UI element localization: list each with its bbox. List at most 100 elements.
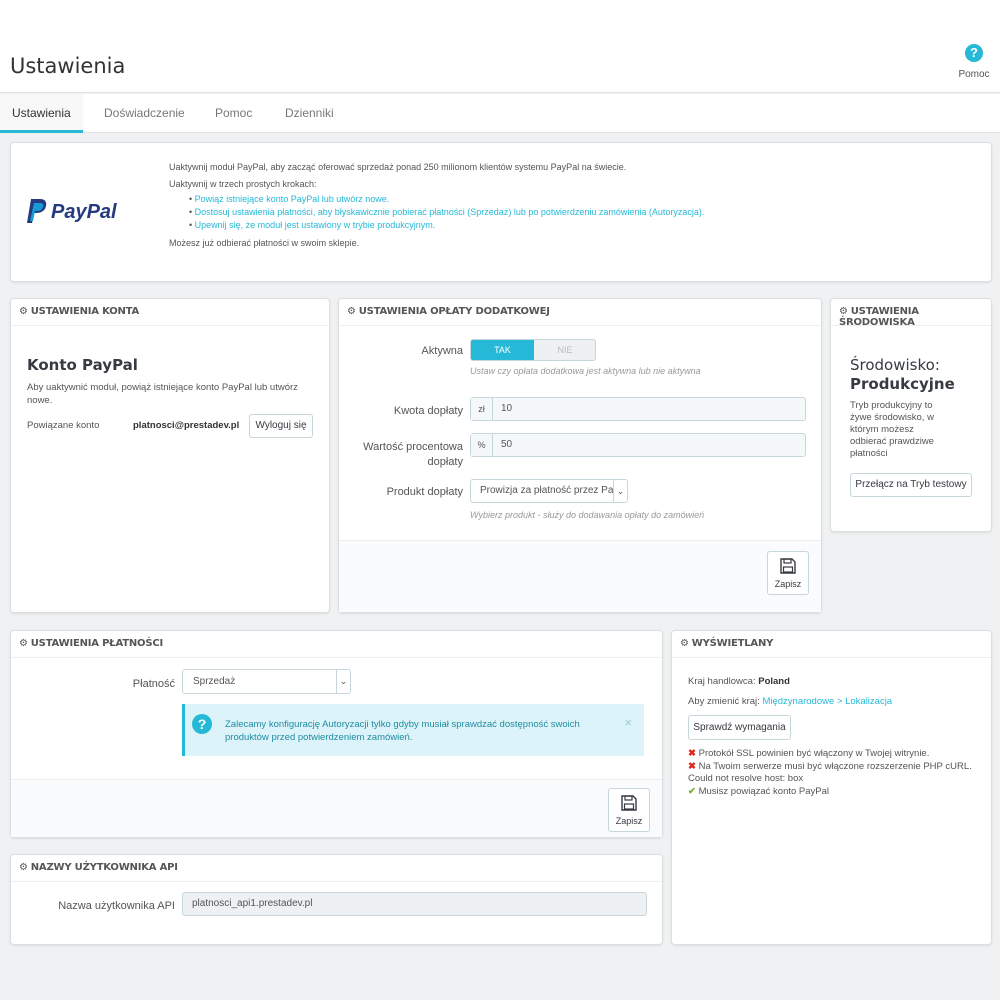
merchant-country-value: Poland	[758, 676, 790, 687]
panel-heading: ⚙ WYŚWIETLANY	[672, 631, 991, 658]
paypal-logo: PayPal	[27, 199, 137, 227]
cogs-icon: ⚙	[19, 862, 28, 873]
intro-step[interactable]: • Upewnij się, że moduł jest ustawiony w…	[189, 219, 704, 232]
environment-description-line: żywe środowisko, w	[850, 412, 934, 423]
logout-button[interactable]: Wyloguj się	[249, 414, 313, 438]
requirement-item: ✔ Musisz powiązać konto PayPal	[688, 786, 972, 799]
error-cross-icon: ✖	[688, 748, 696, 759]
question-circle-icon: ?	[965, 44, 983, 62]
close-icon[interactable]: ×	[624, 715, 632, 730]
active-help-text: Ustaw czy opłata dodatkowa jest aktywna …	[470, 366, 701, 376]
panel-heading-text: USTAWIENIA PŁATNOŚCI	[30, 638, 163, 649]
info-alert-line: Zalecamy konfigurację Autoryzacji tylko …	[225, 719, 580, 730]
intro-step-link[interactable]: Powiąż istniejące konto PayPal lub utwór…	[195, 194, 390, 204]
page-title: Ustawienia	[10, 54, 126, 78]
intro-line-2: Uaktywnij w trzech prostych krokach:	[169, 179, 317, 189]
intro-panel: PayPal Uaktywnij moduł PayPal, aby zaczą…	[10, 142, 992, 282]
save-label: Zapisz	[774, 579, 802, 589]
environment-panel: ⚙ USTAWIENIA ŚRODOWISKA Środowisko: Produ…	[830, 298, 992, 532]
check-requirements-button[interactable]: Sprawdź wymagania	[688, 715, 791, 740]
environment-description-line: odbierać prawdziwe	[850, 436, 934, 447]
floppy-icon	[621, 795, 637, 811]
help-button-label: Pomoc	[958, 69, 990, 80]
intro-step[interactable]: • Powiąż istniejące konto PayPal lub utw…	[189, 193, 704, 206]
api-username-label: Nazwa użytkownika API	[58, 900, 175, 912]
requirements-list: ✖ Protokół SSL powinien być włączony w T…	[688, 748, 972, 798]
payment-save-button[interactable]: Zapisz	[608, 788, 650, 832]
tab-ustawienia[interactable]: Ustawienia	[0, 94, 83, 133]
linked-account-label: Powiązane konto	[27, 420, 100, 431]
fee-settings-panel: ⚙ USTAWIENIA OPŁATY DODATKOWEJ Aktywna TA…	[338, 298, 822, 613]
environment-description-line: płatności	[850, 448, 888, 459]
tab-doswiadczenie[interactable]: Doświadczenie	[92, 94, 197, 133]
requirement-item: ✖ Na Twoim serwerze musi być włączone ro…	[688, 761, 972, 774]
requirement-item: ✖ Protokół SSL powinien być włączony w T…	[688, 748, 972, 761]
intro-step[interactable]: • Dostosuj ustawienia płatności, aby bły…	[189, 206, 704, 219]
requirement-text: Na Twoim serwerze musi być włączone rozs…	[698, 760, 972, 772]
api-username-value: platnosci_api1.prestadev.pl	[192, 898, 313, 909]
intro-line-1: Uaktywnij moduł PayPal, aby zacząć ofero…	[169, 162, 627, 172]
help-button[interactable]: ? Pomoc	[954, 44, 994, 80]
switch-test-mode-button[interactable]: Przełącz na Tryb testowy	[850, 473, 972, 497]
account-title: Konto PayPal	[27, 356, 138, 374]
payment-settings-panel: ⚙ USTAWIENIA PŁATNOŚCI Płatność Sprzedaż …	[10, 630, 663, 838]
panel-heading: ⚙ NAZWY UŻYTKOWNIKA API	[11, 855, 662, 882]
product-label: Produkt dopłaty	[386, 486, 463, 498]
panel-heading: ⚙ USTAWIENIA OPŁATY DODATKOWEJ	[339, 299, 821, 326]
environment-description-line: którym możesz	[850, 424, 914, 435]
percent-label: Wartość procentowa dopłaty	[339, 440, 463, 470]
toggle-no[interactable]: NIE	[534, 340, 595, 360]
product-select-value: Prowizja za płatność przez Pay	[480, 485, 619, 496]
info-alert-line: produktów przed potwierdzeniem zamówień.	[225, 732, 413, 743]
intro-line-3: Możesz już odbierać płatności w swoim sk…	[169, 238, 360, 248]
amount-label: Kwota dopłaty	[393, 405, 463, 417]
intro-steps: • Powiąż istniejące konto PayPal lub utw…	[189, 193, 704, 232]
tab-dzienniki[interactable]: Dzienniki	[273, 94, 346, 133]
environment-title: Środowisko: Produkcyjne	[850, 356, 955, 394]
percent-label-line: Wartość procentowa	[363, 441, 463, 453]
requirement-item: Could not resolve host: box	[688, 773, 972, 786]
amount-input[interactable]: zł 10	[470, 397, 806, 421]
percent-value: 50	[501, 439, 513, 450]
account-panel: ⚙ USTAWIENIA KONTA Konto PayPal Aby uakty…	[10, 298, 330, 613]
requirement-text: Could not resolve host: box	[688, 773, 804, 784]
product-select[interactable]: Prowizja za płatność przez Pay ⌄	[470, 479, 628, 503]
tab-pomoc[interactable]: Pomoc	[203, 94, 264, 133]
fee-save-button[interactable]: Zapisz	[767, 551, 809, 595]
cogs-icon: ⚙	[19, 638, 28, 649]
payment-select[interactable]: Sprzedaż ⌄	[182, 669, 351, 694]
currency-addon: zł	[471, 398, 493, 420]
intro-step-link[interactable]: Dostosuj ustawienia płatności, aby błysk…	[195, 207, 705, 217]
payment-label: Płatność	[132, 678, 175, 690]
requirement-text: Musisz powiązać konto PayPal	[698, 785, 830, 797]
intro-step-link[interactable]: Upewnij się, że moduł jest ustawiony w t…	[195, 220, 436, 230]
paypal-logo-text: PayPal	[51, 201, 117, 223]
display-panel: ⚙ WYŚWIETLANY Kraj handlowca: Poland Aby …	[671, 630, 992, 945]
payment-select-value: Sprzedaż	[193, 676, 236, 687]
change-country-label: Aby zmienić kraj:	[688, 696, 760, 707]
account-description: Aby uaktywnić moduł, powiąż istniejące k…	[27, 382, 298, 406]
active-label: Aktywna	[421, 345, 463, 357]
panel-heading-text: WYŚWIETLANY	[691, 638, 774, 649]
percent-input[interactable]: % 50	[470, 433, 806, 457]
environment-description-line: Tryb produkcyjny to	[850, 400, 933, 411]
question-circle-icon: ?	[192, 714, 212, 734]
panel-heading-text: USTAWIENIA ŚRODOWISKA	[839, 306, 919, 328]
panel-footer: Zapisz	[11, 779, 662, 837]
floppy-icon	[780, 558, 796, 574]
intro-text: Uaktywnij moduł PayPal, aby zacząć ofero…	[169, 160, 704, 251]
toggle-yes[interactable]: TAK	[471, 340, 534, 360]
localization-link[interactable]: Międzynarodowe > Lokalizacja	[762, 696, 892, 707]
tab-bar: Ustawienia Doświadczenie Pomoc Dzienniki	[0, 94, 1000, 133]
api-username-input[interactable]: platnosci_api1.prestadev.pl	[182, 892, 647, 916]
active-toggle[interactable]: TAK NIE	[470, 339, 596, 361]
percent-addon: %	[471, 434, 493, 456]
panel-heading: ⚙ USTAWIENIA ŚRODOWISKA	[831, 299, 991, 328]
panel-heading-text: NAZWY UŻYTKOWNIKA API	[30, 862, 178, 873]
error-cross-icon: ✖	[688, 760, 696, 772]
panel-heading-text: USTAWIENIA KONTA	[30, 306, 140, 317]
paypal-p-icon	[27, 199, 47, 223]
info-alert-text: Zalecamy konfigurację Autoryzacji tylko …	[225, 718, 580, 744]
amount-value: 10	[501, 403, 513, 414]
info-alert: ? Zalecamy konfigurację Autoryzacji tylk…	[182, 704, 644, 756]
